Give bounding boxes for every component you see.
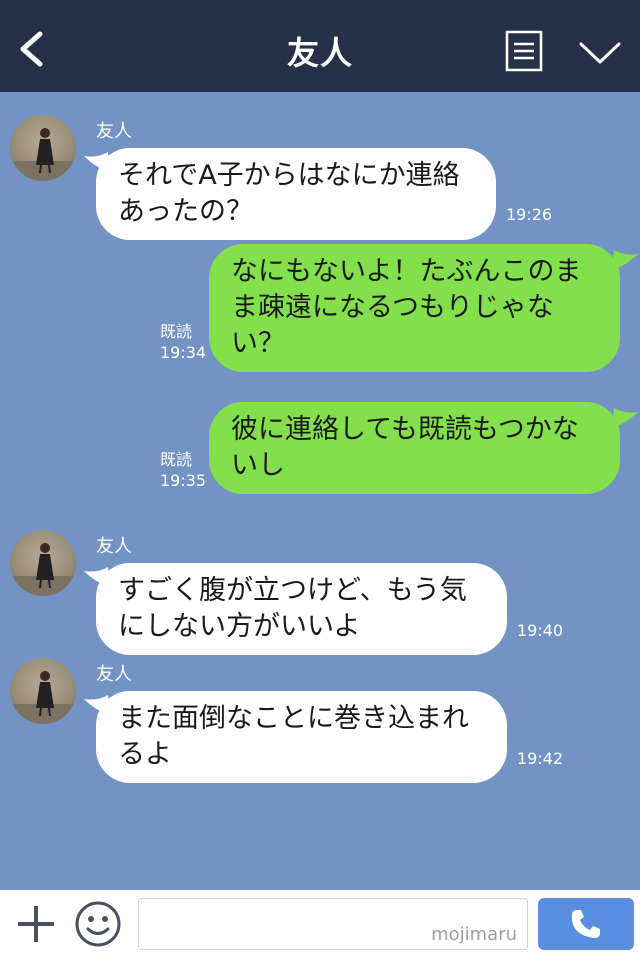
phone-icon [571, 910, 600, 938]
avatar-photo-icon [10, 543, 76, 596]
chat-area[interactable]: 友人 それでA子からはなにか連絡あったの？ 19:26 既読 19:34 なにも… [0, 92, 640, 890]
message-bubble[interactable]: すごく腹が立つけど、もう気にしない方がいいよ [96, 563, 507, 655]
avatar-photo-icon [10, 128, 76, 181]
message-input[interactable]: mojimaru [138, 898, 528, 950]
avatar[interactable] [10, 658, 76, 724]
sender-name: 友人 [96, 536, 132, 557]
chat-title: 友人 [286, 34, 353, 72]
message-bubble[interactable]: 彼に連絡しても既読もつかないし [209, 402, 620, 494]
menu-list-icon[interactable] [505, 30, 543, 72]
sender-name: 友人 [96, 121, 132, 142]
chat-header: 友人 [0, 0, 640, 92]
message-time: 19:35 [160, 471, 207, 490]
message-time: 19:42 [517, 749, 564, 768]
chevron-down-icon[interactable] [578, 38, 622, 66]
avatar[interactable] [10, 115, 76, 181]
message-bubble[interactable]: なにもないよ！たぶんこのまま疎遠になるつもりじゃない？ [209, 244, 620, 372]
message-bubble[interactable]: それでA子からはなにか連絡あったの？ [96, 148, 496, 240]
call-button[interactable] [538, 898, 634, 950]
plus-icon[interactable] [16, 904, 56, 944]
message-bubble[interactable]: また面倒なことに巻き込まれるよ [96, 691, 507, 783]
avatar[interactable] [10, 530, 76, 596]
read-receipt: 既読 [160, 322, 193, 341]
avatar-photo-icon [10, 671, 76, 724]
sender-name: 友人 [96, 664, 132, 685]
message-time: 19:40 [517, 621, 564, 640]
smiley-icon[interactable] [74, 900, 122, 948]
read-receipt: 既読 [160, 450, 193, 469]
message-time: 19:26 [506, 205, 553, 224]
watermark: mojimaru [431, 924, 517, 945]
message-time: 19:34 [160, 343, 207, 362]
